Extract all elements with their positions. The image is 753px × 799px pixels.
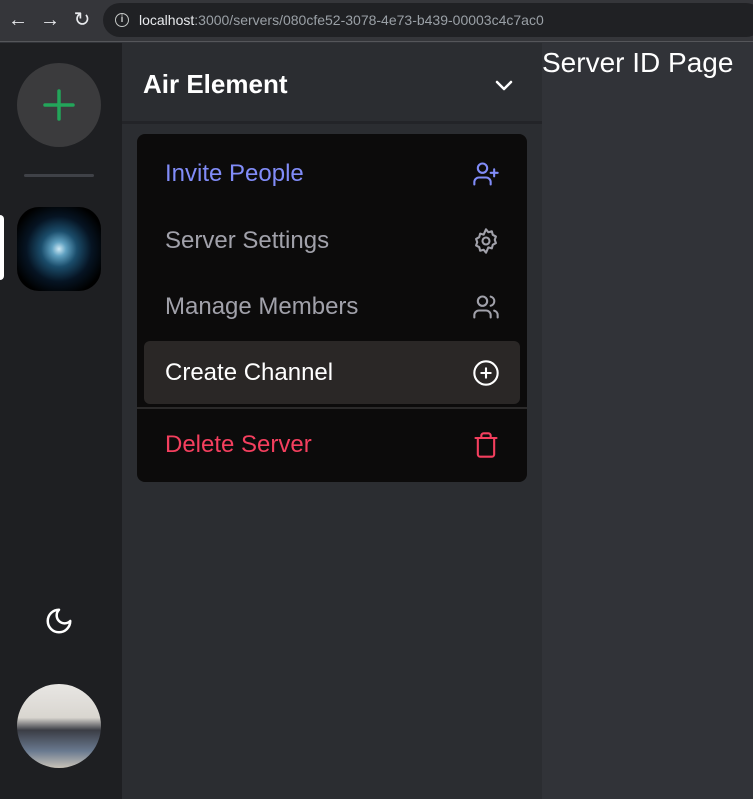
menu-item-manage-members[interactable]: Manage Members xyxy=(144,275,520,338)
page-title: Server ID Page xyxy=(542,47,734,78)
menu-item-create-channel[interactable]: Create Channel xyxy=(144,341,520,404)
server-icon-air-element[interactable] xyxy=(17,207,101,291)
active-indicator xyxy=(0,215,4,280)
server-header[interactable]: Air Element xyxy=(122,43,542,124)
add-server-button[interactable] xyxy=(17,63,101,147)
forward-icon[interactable]: → xyxy=(38,8,62,32)
moon-icon[interactable] xyxy=(44,606,74,636)
address-bar[interactable]: i localhost:3000/servers/080cfe52-3078-4… xyxy=(103,3,753,37)
browser-toolbar: ← → ↻ i localhost:3000/servers/080cfe52-… xyxy=(0,0,753,42)
back-icon[interactable]: ← xyxy=(6,8,30,32)
users-icon xyxy=(473,295,499,319)
menu-item-label: Delete Server xyxy=(165,431,312,458)
menu-item-label: Server Settings xyxy=(165,227,330,254)
menu-item-server-settings[interactable]: Server Settings xyxy=(144,209,520,272)
menu-item-label: Invite People xyxy=(165,160,304,187)
server-rail xyxy=(0,43,122,799)
menu-item-delete-server[interactable]: Delete Server xyxy=(144,413,520,476)
info-icon[interactable]: i xyxy=(115,13,129,27)
menu-separator xyxy=(137,407,527,409)
plus-circle-icon xyxy=(473,360,499,386)
trash-icon xyxy=(474,432,498,458)
menu-item-label: Create Channel xyxy=(165,359,334,386)
settings-icon xyxy=(475,228,497,254)
plus-icon xyxy=(43,89,75,121)
menu-item-invite-people[interactable]: Invite People xyxy=(144,142,520,205)
rail-divider xyxy=(24,174,94,177)
chevron-down-icon[interactable] xyxy=(492,73,516,97)
user-plus-icon xyxy=(473,162,499,186)
reload-icon[interactable]: ↻ xyxy=(70,8,94,32)
user-avatar[interactable] xyxy=(17,684,101,768)
server-dropdown-menu: Invite People Server Settings Manage Mem… xyxy=(137,134,527,482)
url-host: localhost xyxy=(139,12,195,28)
menu-item-label: Manage Members xyxy=(165,293,359,320)
server-name: Air Element xyxy=(143,69,288,99)
url-path: :3000/servers/080cfe52-3078-4e73-b439-00… xyxy=(194,12,544,28)
